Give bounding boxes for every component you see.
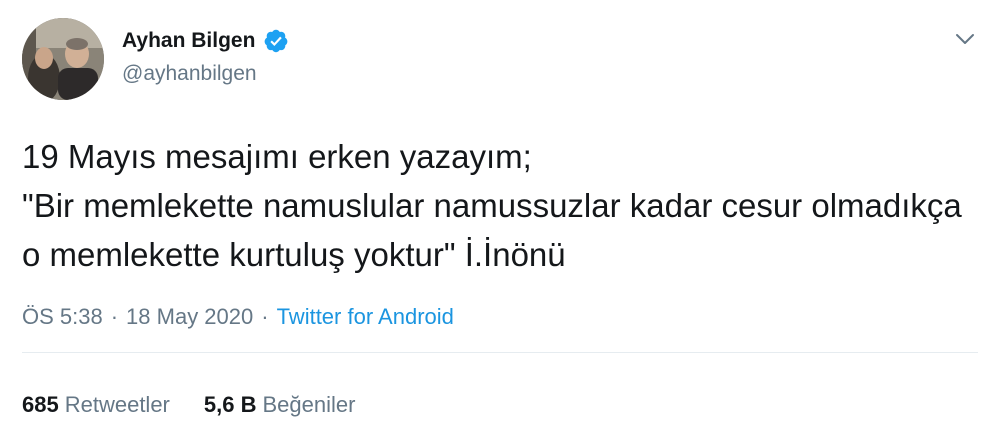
retweets-stat[interactable]: 685 Retweetler (22, 392, 170, 418)
meta-separator: · (261, 304, 269, 329)
tweet-card: Ayhan Bilgen @ayhanbilgen 19 Mayıs mesaj… (0, 0, 1000, 434)
tweet-stats: 685 Retweetler 5,6 B Beğeniler (22, 392, 355, 418)
verified-badge-icon (263, 28, 289, 54)
chevron-down-icon[interactable] (952, 28, 978, 50)
likes-count: 5,6 B (203, 392, 257, 417)
tweet-text: 19 Mayıs mesajımı erken yazayım; "Bir me… (22, 138, 962, 273)
user-handle[interactable]: @ayhanbilgen (122, 62, 257, 86)
likes-label: Beğeniler (262, 392, 356, 417)
author-name-row[interactable]: Ayhan Bilgen (122, 28, 289, 54)
retweets-count: 685 (22, 392, 59, 417)
retweets-label: Retweetler (64, 392, 170, 417)
tweet-meta: ÖS 5:38 · 18 May 2020 · Twitter for Andr… (22, 304, 454, 330)
likes-stat[interactable]: 5,6 B Beğeniler (204, 392, 356, 418)
divider (22, 352, 978, 353)
tweet-date[interactable]: 18 May 2020 (126, 304, 253, 330)
tweet-time[interactable]: ÖS 5:38 (22, 304, 103, 330)
display-name[interactable]: Ayhan Bilgen (122, 29, 255, 53)
avatar[interactable] (22, 18, 104, 100)
meta-separator: · (110, 304, 119, 329)
tweet-source-link[interactable]: Twitter for Android (277, 304, 454, 330)
